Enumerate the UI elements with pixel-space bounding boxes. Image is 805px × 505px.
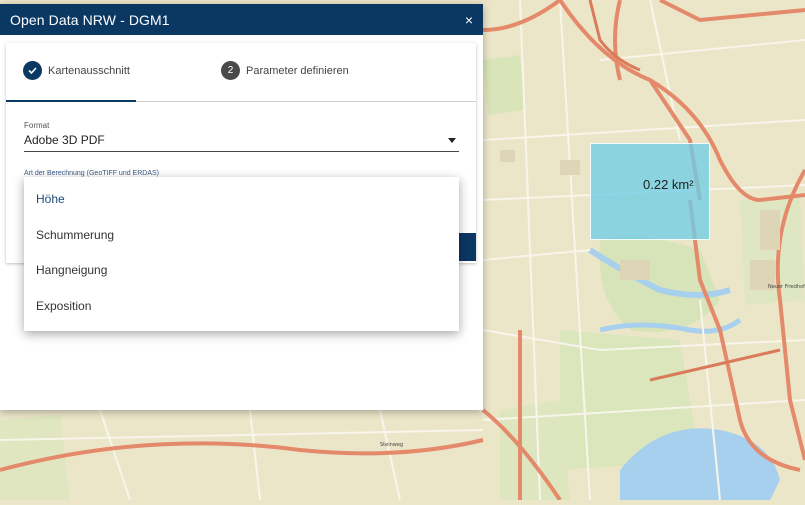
dropdown-option-hoehe[interactable]: Höhe [24, 182, 459, 218]
step-number: 2 [221, 61, 240, 80]
format-select[interactable]: Format Adobe 3D PDF [24, 121, 459, 152]
map-place-label: Steinweg [380, 442, 404, 448]
chevron-down-icon[interactable] [448, 137, 456, 143]
step-label: Kartenausschnitt [48, 64, 130, 77]
dropdown-option-schummerung[interactable]: Schummerung [24, 218, 459, 254]
close-icon[interactable]: × [465, 13, 473, 27]
area-size-label: 0.22 km² [643, 177, 694, 192]
format-value: Adobe 3D PDF [24, 133, 105, 147]
dialog-header: Open Data NRW - DGM1 × [0, 4, 483, 35]
check-icon [23, 61, 42, 80]
format-label: Format [24, 121, 50, 130]
stepper: Kartenausschnitt 2 Parameter definieren [6, 43, 476, 102]
area-selection[interactable]: 0.22 km² [590, 143, 710, 240]
step-kartenausschnitt[interactable]: Kartenausschnitt [23, 61, 130, 80]
step-parameter-definieren[interactable]: 2 Parameter definieren [221, 61, 349, 80]
dialog-title: Open Data NRW - DGM1 [10, 11, 170, 28]
format-value-row[interactable]: Adobe 3D PDF [24, 130, 459, 152]
dropdown-option-exposition[interactable]: Exposition [24, 289, 459, 325]
dropdown-option-hangneigung[interactable]: Hangneigung [24, 253, 459, 289]
calculation-dropdown: Höhe Schummerung Hangneigung Exposition [24, 177, 459, 331]
active-step-indicator [6, 100, 136, 102]
step-label: Parameter definieren [246, 64, 349, 77]
calculation-label: Art der Berechnung (GeoTIFF und ERDAS) [24, 170, 159, 177]
map-place-label: Neuer Friedhof [768, 284, 805, 290]
